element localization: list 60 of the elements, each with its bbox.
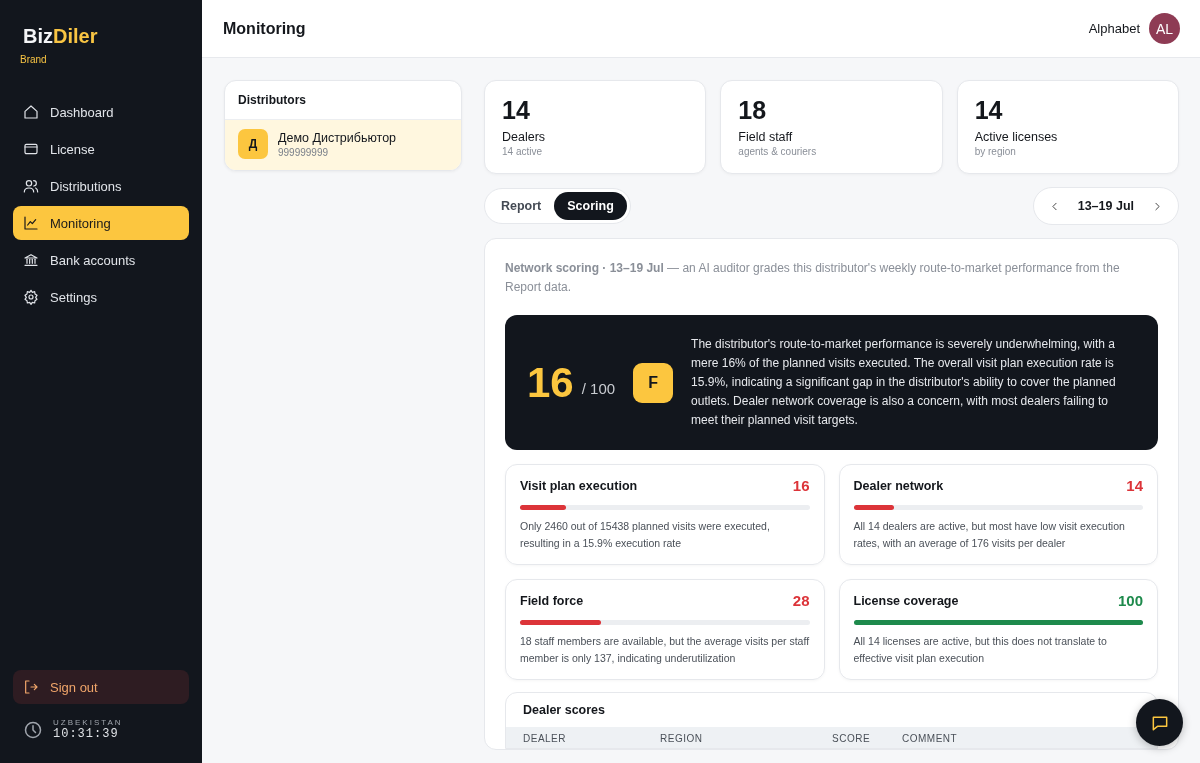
metric-score: 100	[1117, 592, 1143, 609]
card-icon	[23, 141, 39, 157]
stat-label: Active licenses	[974, 130, 1058, 144]
sign-out-button[interactable]: Sign out	[13, 670, 189, 704]
score-summary: The distributor's route-to-market performance is severely underwhelming, with a mere 16% of the planned visits executed. The overall visit plan execution rate is 15.9%, indicating a significant gap in the distributor's ability to cover the planned outlets. Dealer network coverage is also a concern, with most dealers failing to meet their planned visit targets.	[691, 336, 1117, 429]
metric-comment: All 14 licenses are active, but this does not translate to effective visit plan execution	[853, 634, 1108, 666]
metric-title: Visit plan execution	[520, 478, 638, 493]
tab[interactable]: Scoring	[554, 192, 627, 220]
metric-title: License coverage	[853, 593, 959, 608]
page-title: Monitoring	[223, 19, 307, 38]
settings-icon	[23, 289, 39, 305]
metric-title: Dealer network	[853, 478, 944, 493]
stat-subtitle: 14 active	[502, 146, 543, 157]
stat-label: Field staff	[738, 130, 793, 144]
clock-icon	[23, 719, 43, 740]
column-header: COMMENT	[902, 733, 959, 744]
brand-subtitle: Brand	[20, 54, 47, 65]
stat-subtitle: by region	[974, 146, 1016, 157]
distributor-phone: 999999999	[278, 146, 330, 158]
nav-item[interactable]: Dashboard	[13, 95, 189, 129]
metric-comment: Only 2460 out of 15438 planned visits were executed, resulting in a 15.9% execution rate	[520, 519, 771, 551]
metric-comment: 18 staff members are available, but the average visits per staff member is only 137, indicating underutilization	[520, 634, 810, 666]
stat-subtitle: agents & couriers	[738, 146, 817, 157]
tab[interactable]: Report	[488, 192, 555, 220]
metric-score: 14	[1126, 477, 1143, 494]
logout-icon	[23, 679, 39, 695]
week-label: 13–19 Jul	[1077, 199, 1134, 213]
stat-label: Dealers	[502, 130, 546, 144]
chart-icon	[23, 215, 39, 231]
metric-score: 16	[792, 477, 810, 494]
metric-title: Field force	[520, 593, 584, 608]
clock-region: UZBEKISTAN	[53, 718, 123, 727]
stat-value: 18	[738, 96, 767, 125]
metric-comment: All 14 dealers are active, but most have low visit execution rates, with an average of 176 visits per dealer	[853, 519, 1126, 551]
overall-score: 16	[527, 358, 574, 407]
metric-score: 28	[792, 592, 810, 609]
nav-item[interactable]: License	[13, 132, 189, 166]
user-name: Alphabet	[1088, 21, 1140, 36]
column-header: REGION	[660, 733, 704, 744]
stat-value: 14	[502, 96, 530, 125]
grade-badge: F	[633, 362, 674, 403]
users-icon	[23, 178, 39, 194]
nav-item[interactable]: Monitoring	[13, 206, 189, 240]
scoring-intro: Network scoring · 13–19 Jul — an AI auditor grades this distributor's weekly route-to-market performance from the Report data.	[505, 260, 1121, 296]
distributor-item[interactable]: Д Демо Дистрибьютор 999999999	[225, 120, 461, 170]
nav-item[interactable]: Settings	[13, 280, 189, 314]
column-header: DEALER	[523, 733, 567, 744]
nav-item[interactable]: Bank accounts	[13, 243, 189, 277]
stat-value: 14	[974, 96, 1003, 125]
home-icon	[23, 104, 39, 120]
brand-logo: BizDiler	[23, 25, 98, 48]
distributor-avatar: Д	[238, 129, 268, 159]
bank-icon	[23, 252, 39, 268]
nav-item[interactable]: Distributions	[13, 169, 189, 203]
score-max: / 100	[581, 380, 616, 397]
clock-time: 10:31:39	[53, 727, 120, 741]
distributor-name: Демо Дистрибьютор	[278, 130, 397, 145]
column-header: SCORE	[832, 733, 872, 744]
table-title: Dealer scores	[522, 702, 606, 719]
user-avatar[interactable]: AL	[1149, 13, 1180, 44]
